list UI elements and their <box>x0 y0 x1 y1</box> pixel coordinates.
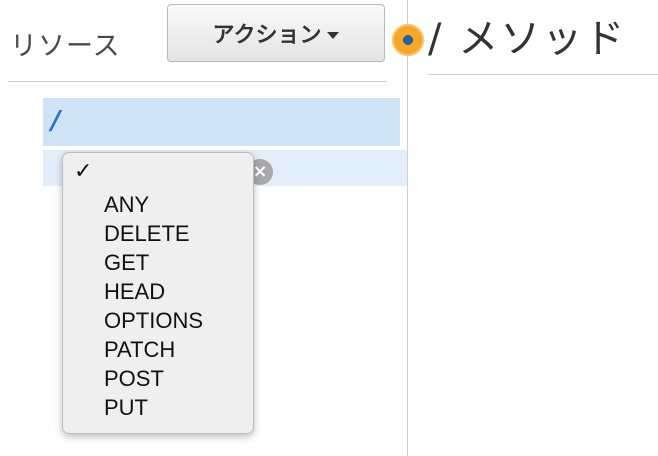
method-option-put[interactable]: PUT <box>104 395 148 421</box>
resources-divider <box>8 81 387 82</box>
highlight-marker-icon <box>392 24 424 56</box>
method-option-options[interactable]: OPTIONS <box>104 308 203 334</box>
marker-dot <box>403 35 413 45</box>
method-option-head[interactable]: HEAD <box>104 279 165 305</box>
method-option-get[interactable]: GET <box>104 250 149 276</box>
methods-divider <box>428 74 658 75</box>
resource-path: / <box>51 106 61 136</box>
method-select-menu[interactable]: ✓ ANY DELETE GET HEAD OPTIONS PATCH POST… <box>62 152 254 434</box>
actions-button-label: アクション <box>212 23 322 48</box>
checkmark-icon: ✓ <box>74 159 93 184</box>
panel-divider[interactable] <box>407 0 408 456</box>
resources-title: リソース <box>10 31 121 62</box>
method-option-delete[interactable]: DELETE <box>104 221 190 247</box>
caret-down-icon <box>327 31 340 39</box>
actions-button[interactable]: アクション <box>167 4 385 62</box>
api-gateway-resources-view: リソース アクション / メソッド / × ✓ ANY DELETE GET H… <box>0 0 658 456</box>
method-option-any[interactable]: ANY <box>104 192 149 218</box>
method-option-post[interactable]: POST <box>104 366 164 392</box>
method-option-patch[interactable]: PATCH <box>104 337 175 363</box>
resource-row-root[interactable]: / <box>43 98 400 146</box>
methods-title: / メソッド <box>428 16 627 62</box>
